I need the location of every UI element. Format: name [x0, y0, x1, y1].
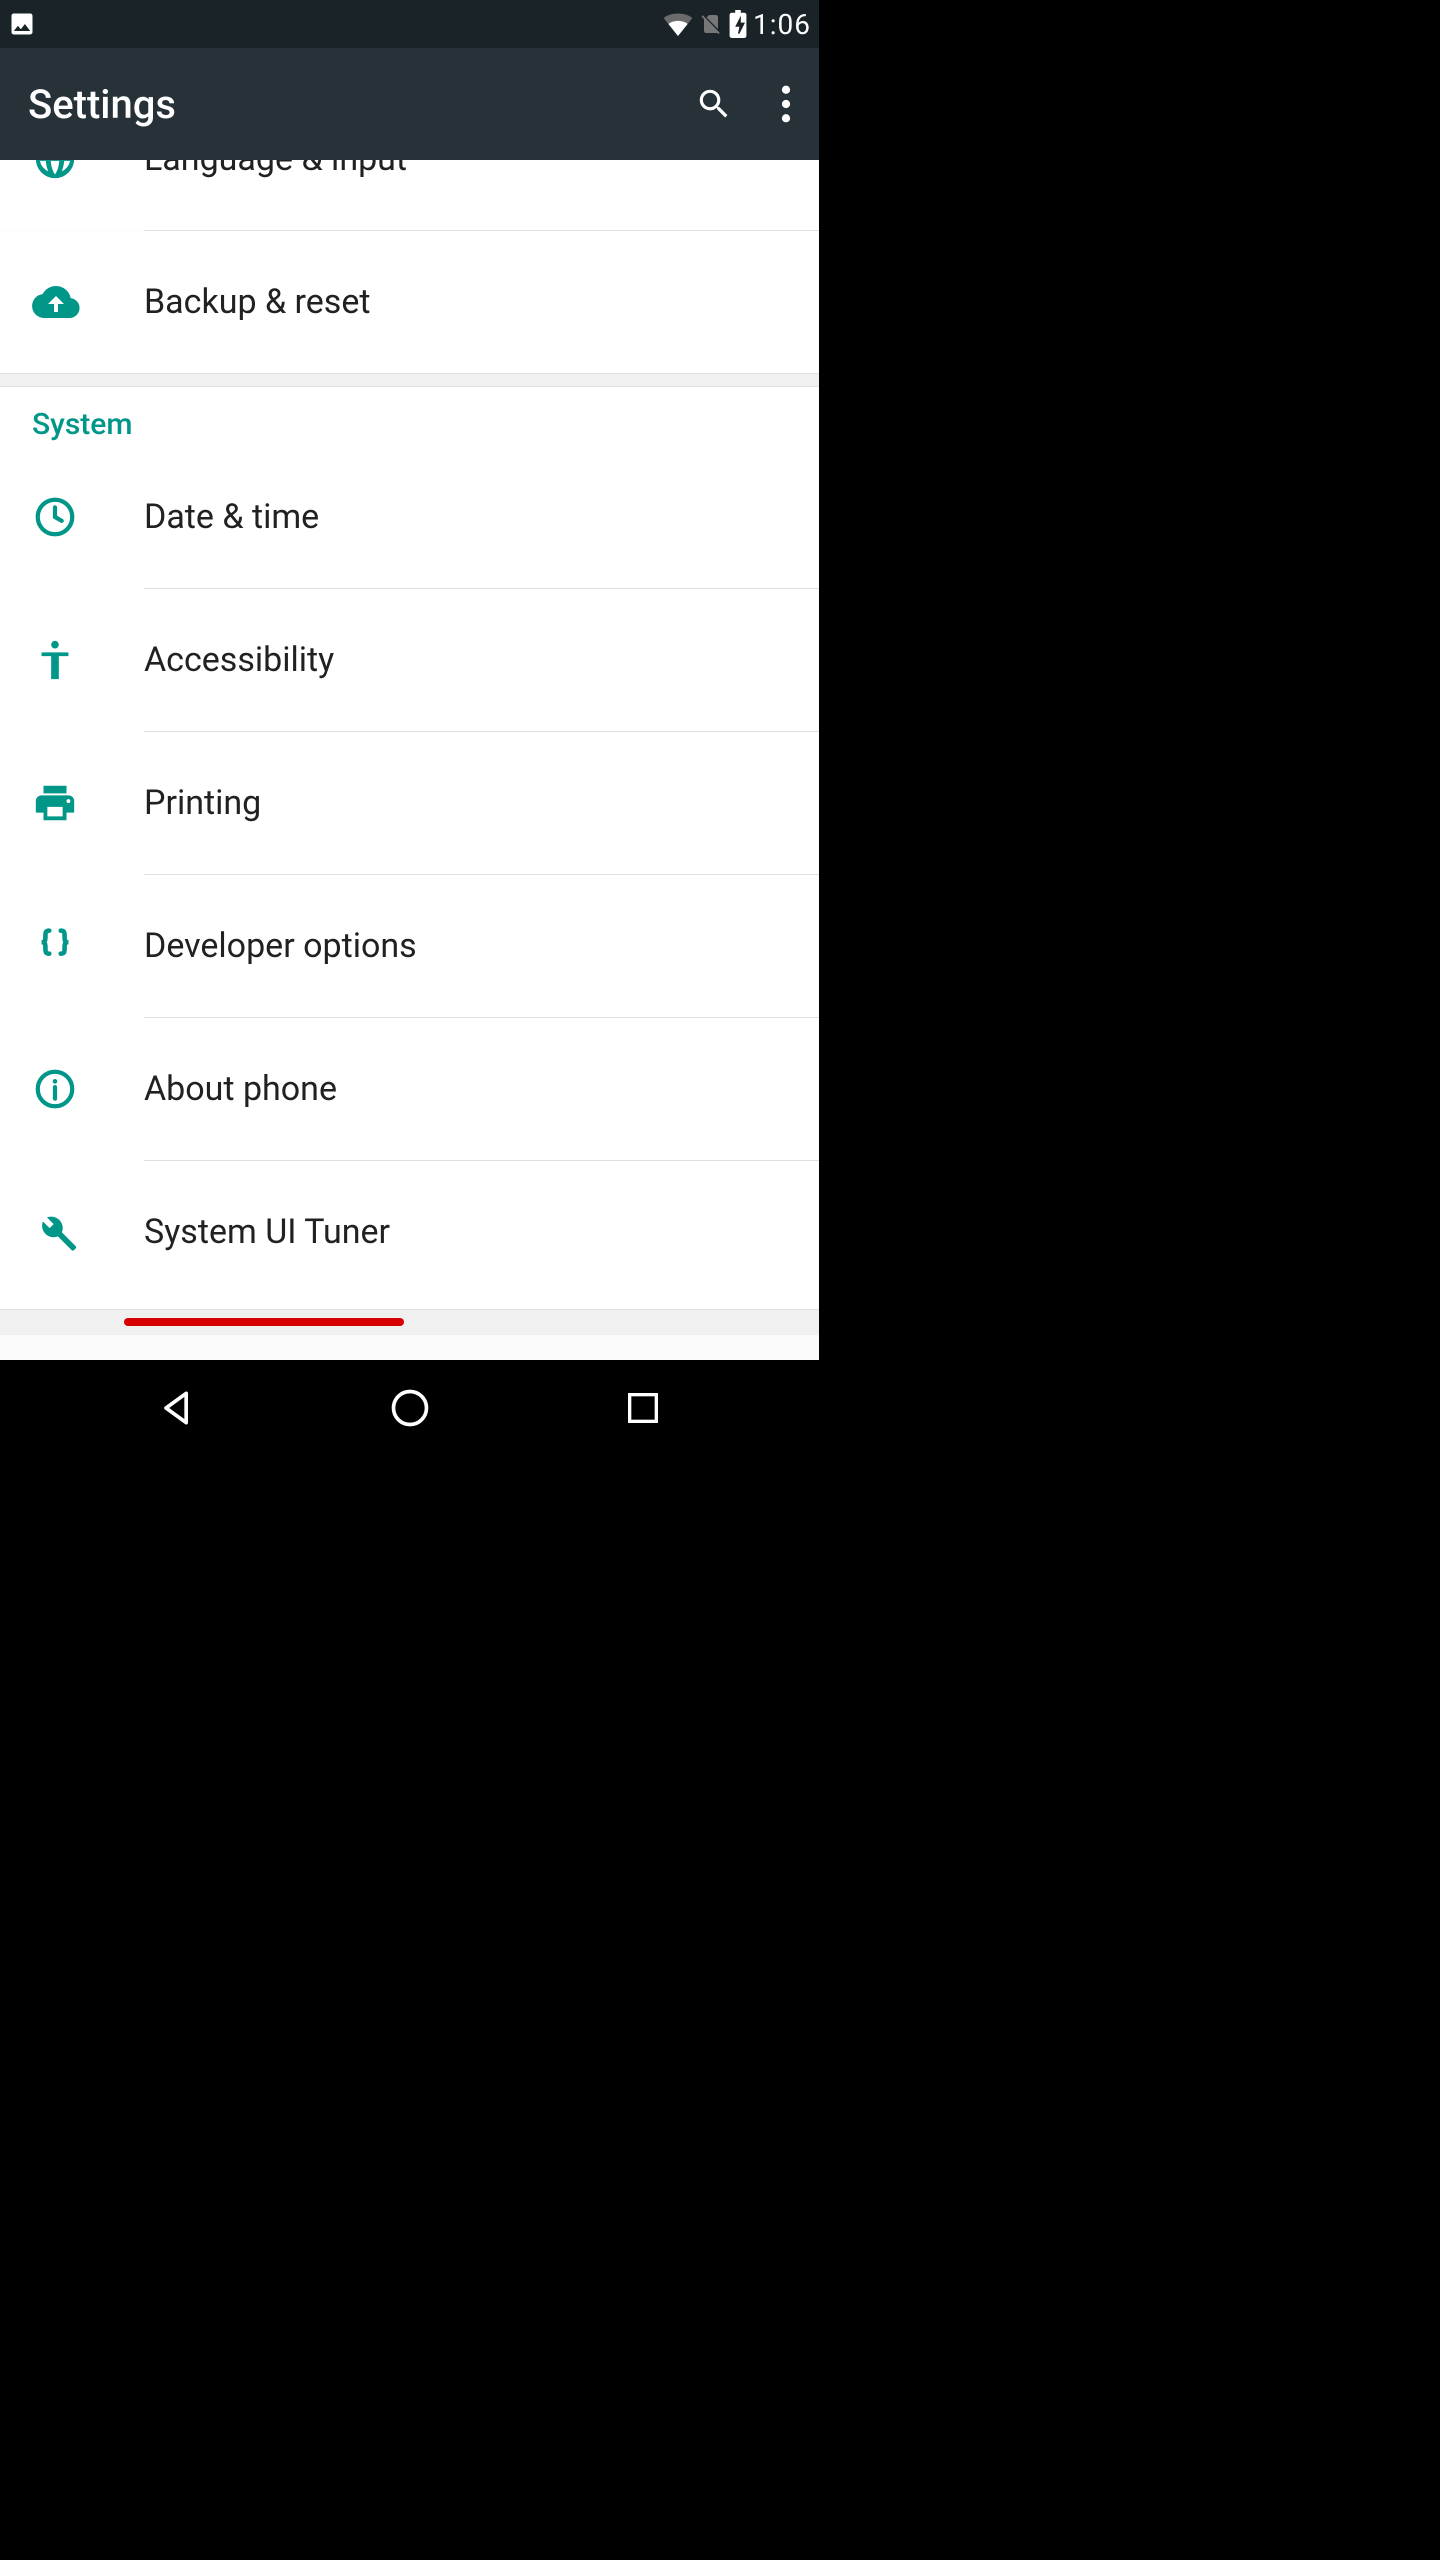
nav-back-button[interactable] [137, 1368, 217, 1448]
square-icon [623, 1388, 663, 1428]
settings-item-label: Printing [144, 783, 261, 823]
settings-item-label: Date & time [144, 497, 319, 537]
braces-icon [32, 923, 110, 969]
settings-item-system-ui-tuner[interactable]: System UI Tuner [0, 1161, 819, 1303]
settings-item-language-input[interactable]: Language & input [0, 160, 439, 230]
status-left [8, 10, 36, 38]
system-section: System Date & time Accessibility Prin [0, 387, 819, 1309]
nav-home-button[interactable] [370, 1368, 450, 1448]
app-bar: Settings [0, 48, 819, 160]
status-time: 1:06 [753, 8, 811, 41]
status-bar: 1:06 [0, 0, 819, 48]
settings-item-label: Developer options [144, 926, 417, 966]
settings-item-label: Language & input [144, 160, 407, 179]
section-header-system: System [0, 387, 819, 446]
settings-item-accessibility[interactable]: Accessibility [0, 589, 819, 731]
image-icon [8, 10, 36, 38]
clock-icon [32, 494, 110, 540]
partial-section: Language & input [0, 160, 819, 230]
search-icon [695, 85, 733, 123]
settings-item-backup-reset[interactable]: Backup & reset [0, 231, 819, 373]
settings-list[interactable]: Language & input Backup & reset System D… [0, 160, 819, 1360]
search-button[interactable] [695, 85, 733, 123]
globe-icon [32, 160, 110, 182]
settings-item-label: Backup & reset [144, 282, 371, 322]
settings-item-about-phone[interactable]: About phone [0, 1018, 819, 1160]
navigation-bar [0, 1360, 819, 1456]
print-icon [32, 780, 110, 826]
info-icon [32, 1066, 110, 1112]
settings-item-label: About phone [144, 1069, 337, 1109]
wifi-icon [663, 12, 693, 36]
section-divider [0, 373, 819, 387]
nav-recents-button[interactable] [603, 1368, 683, 1448]
overflow-menu-button[interactable] [781, 85, 791, 123]
back-icon [155, 1386, 199, 1430]
settings-item-printing[interactable]: Printing [0, 732, 819, 874]
settings-item-label: Accessibility [144, 640, 334, 680]
section-divider [0, 1309, 819, 1335]
cloud-upload-icon [32, 278, 110, 326]
home-circle-icon [388, 1386, 432, 1430]
settings-item-label: System UI Tuner [144, 1212, 390, 1252]
wrench-icon [32, 1209, 110, 1255]
no-sim-icon [699, 10, 723, 38]
app-bar-actions [695, 85, 791, 123]
highlight-annotation [124, 1318, 404, 1326]
personal-section-tail: Backup & reset [0, 231, 819, 373]
status-right: 1:06 [663, 8, 811, 41]
battery-charging-icon [729, 10, 747, 38]
accessibility-icon [32, 637, 110, 683]
more-vert-icon [781, 85, 791, 123]
phone-screen: 1:06 Settings Language & input [0, 0, 819, 1456]
page-title: Settings [28, 81, 695, 128]
settings-item-date-time[interactable]: Date & time [0, 446, 819, 588]
settings-item-developer-options[interactable]: Developer options [0, 875, 819, 1017]
